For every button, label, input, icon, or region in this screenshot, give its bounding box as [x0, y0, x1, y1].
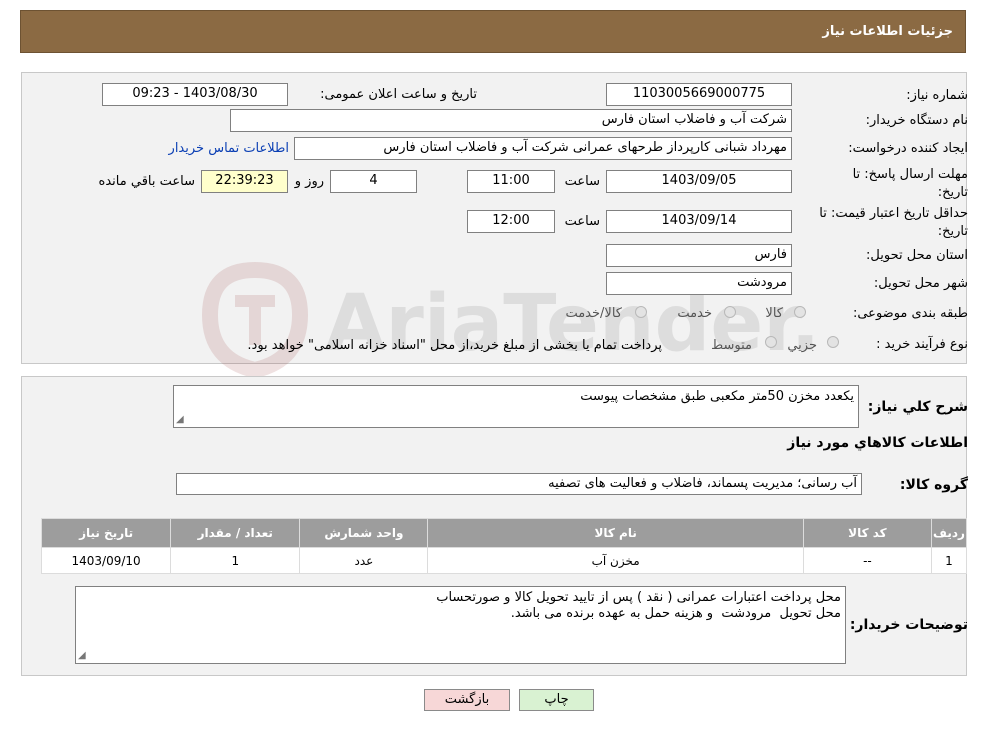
col-quantity: تعداد / مقدار	[170, 518, 301, 548]
deadline-label-date: تاریخ:	[937, 185, 968, 200]
goods-table: رديف کد کالا نام کالا واحد شمارش تعداد /…	[40, 518, 968, 574]
buyer-field: شرکت آب و فاضلاب استان فارس	[230, 109, 792, 132]
process-option-medium: متوسط	[711, 338, 752, 353]
validity-time-field: 12:00	[467, 210, 555, 233]
col-need-date: تاريخ نياز	[40, 518, 172, 548]
table-row: 1 -- مخزن آب عدد 1 1403/09/10	[40, 547, 968, 574]
remaining-label: ساعت باقي مانده	[98, 174, 195, 189]
deadline-time-label: ساعت	[564, 174, 600, 189]
category-label: طبقه بندی موضوعی:	[852, 306, 968, 321]
page-title: جزئیات اطلاعات نیاز	[822, 24, 953, 39]
category-radio-goods-service[interactable]	[635, 306, 647, 318]
city-label: شهر محل تحویل:	[873, 276, 968, 291]
goods-table-header: رديف کد کالا نام کالا واحد شمارش تعداد /…	[40, 518, 968, 548]
cell-goods-code: --	[802, 547, 932, 574]
goods-info-title: اطلاعات کالاهاي مورد نياز	[787, 435, 968, 451]
col-goods-code: کد کالا	[802, 518, 932, 548]
days-field: 4	[330, 170, 417, 193]
deadline-date-field: 1403/09/05	[606, 170, 792, 193]
category-option-goods-service: کالا/خدمت	[565, 306, 622, 321]
buyer-label: نام دستگاه خریدار:	[865, 113, 968, 128]
category-option-service: خدمت	[677, 306, 712, 321]
deadline-label: مهلت ارسال پاسخ: تا	[852, 167, 968, 182]
need-number-field: 1103005669000775	[606, 83, 792, 106]
buyer-notes-label: توضيحات خريدار:	[849, 617, 968, 633]
deadline-time-field: 11:00	[467, 170, 555, 193]
description-label: شرح کلي نياز:	[867, 399, 968, 415]
print-button[interactable]: چاپ	[519, 689, 594, 711]
need-number-label: شماره نیاز:	[906, 88, 968, 103]
buyer-notes-field: محل پرداخت اعتبارات عمرانی ( نقد ) پس از…	[75, 586, 846, 664]
remaining-time-field: 22:39:23	[201, 170, 288, 193]
process-radio-medium[interactable]	[765, 336, 777, 348]
category-radio-goods[interactable]	[794, 306, 806, 318]
notes-resize-grip-icon[interactable]: ◢	[78, 650, 86, 732]
cell-goods-name: مخزن آب	[427, 547, 804, 574]
category-option-goods: کالا	[765, 306, 783, 321]
goods-group-label: گروه کالا:	[899, 477, 968, 493]
description-field: یکعدد مخزن 50متر مکعبی طبق مشخصات پیوست	[173, 385, 859, 428]
col-row-number: رديف	[930, 518, 968, 548]
buyer-contact-link[interactable]: اطلاعات تماس خریدار	[169, 141, 289, 156]
back-button[interactable]: بازگشت	[424, 689, 510, 711]
process-note: پرداخت تمام یا بخشی از مبلغ خرید،از محل …	[247, 338, 662, 353]
validity-date-field: 1403/09/14	[606, 210, 792, 233]
announce-label: تاریخ و ساعت اعلان عمومی:	[320, 87, 477, 102]
cell-quantity: 1	[170, 547, 301, 574]
goods-group-field: آب رسانی؛ مدیریت پسماند، فاضلاب و فعالیت…	[176, 473, 862, 495]
validity-time-label: ساعت	[564, 214, 600, 229]
days-label: روز و	[294, 174, 324, 189]
page-header: جزئیات اطلاعات نیاز	[20, 10, 966, 53]
process-radio-minor[interactable]	[827, 336, 839, 348]
creator-field: مهرداد شبانی کارپرداز طرحهای عمرانی شرکت…	[294, 137, 792, 160]
cell-unit: عدد	[299, 547, 429, 574]
cell-need-date: 1403/09/10	[40, 547, 172, 574]
validity-label-date: تاریخ:	[937, 224, 968, 239]
process-option-minor: جزيي	[787, 338, 817, 353]
province-label: استان محل تحویل:	[866, 248, 968, 263]
city-field: مرودشت	[606, 272, 792, 295]
process-type-label: نوع فرآیند خرید :	[876, 337, 968, 352]
validity-label: حداقل تاریخ اعتبار قیمت: تا	[819, 206, 968, 221]
col-unit: واحد شمارش	[299, 518, 429, 548]
announce-field: 1403/08/30 - 09:23	[102, 83, 288, 106]
cell-row-number: 1	[930, 547, 968, 574]
province-field: فارس	[606, 244, 792, 267]
category-radio-service[interactable]	[724, 306, 736, 318]
col-goods-name: نام کالا	[427, 518, 804, 548]
creator-label: ایجاد کننده درخواست:	[848, 141, 968, 156]
